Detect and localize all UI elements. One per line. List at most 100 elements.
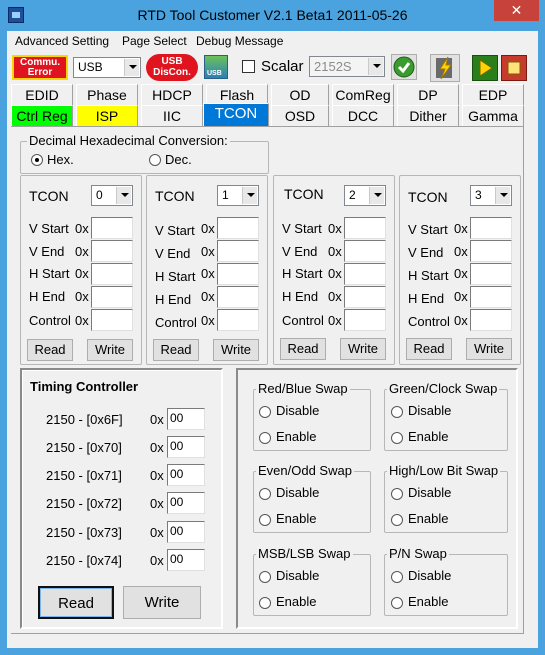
interface-value: USB [78,60,103,74]
tcon-index-select[interactable]: 0 [91,185,133,206]
tab-dcc[interactable]: DCC [332,105,394,126]
timing-value-input[interactable]: 00 [167,549,205,571]
tcon-write-button[interactable]: Write [466,338,512,360]
enable-radio[interactable] [259,597,271,609]
enable-radio[interactable] [391,514,403,526]
tab-od[interactable]: OD [271,84,329,105]
play-icon [479,59,493,77]
chevron-down-icon [495,187,510,204]
h-end-input[interactable] [91,286,133,308]
tcon-index-select[interactable]: 1 [217,185,259,206]
h-start-input[interactable] [91,263,133,285]
control-input[interactable] [470,309,512,331]
timing-value-input[interactable]: 00 [167,492,205,514]
enable-radio[interactable] [259,514,271,526]
control-input[interactable] [344,309,386,331]
usb-icon-label: USB [207,70,222,77]
h-start-input[interactable] [470,263,512,285]
menu-advanced-setting[interactable]: Advanced Setting [15,34,109,48]
disable-radio[interactable] [259,571,271,583]
commu-error-button[interactable]: Commu. Error [12,55,68,80]
tab-iic[interactable]: IIC [141,105,203,126]
h-end-input[interactable] [217,286,259,308]
stop-button[interactable] [501,55,527,81]
tab-isp[interactable]: ISP [76,105,138,126]
run-button[interactable] [472,55,498,81]
h-start-input[interactable] [344,263,386,285]
confirm-check-button[interactable] [391,54,417,80]
tab-phase[interactable]: Phase [76,84,138,105]
disable-radio[interactable] [259,488,271,500]
red-blue-swap-group: Red/Blue Swap Disable Enable [253,381,371,451]
disable-radio[interactable] [391,406,403,418]
enable-label: Enable [276,594,317,609]
v-end-input[interactable] [91,240,133,262]
interface-select[interactable]: USB [73,57,141,78]
hex-prefix: 0x [75,244,89,259]
enable-radio[interactable] [391,432,403,444]
disable-radio[interactable] [259,406,271,418]
scalar-checkbox[interactable] [242,60,255,73]
tcon-write-button[interactable]: Write [213,339,259,361]
timing-value-input[interactable]: 00 [167,436,205,458]
tcon-index-select[interactable]: 3 [470,185,512,206]
tab-osd[interactable]: OSD [271,105,329,126]
flash-tool-button[interactable] [430,54,460,82]
usb-device-icon[interactable]: USB [204,55,228,79]
scalar-select[interactable]: 2152S [309,56,385,77]
h-start-input[interactable] [217,263,259,285]
hex-prefix: 0x [75,266,89,281]
disable-radio[interactable] [391,488,403,500]
usb-disconnect-button[interactable]: USB DisCon. [146,54,198,81]
timing-write-button[interactable]: Write [123,586,201,619]
control-input[interactable] [217,309,259,331]
v-end-input[interactable] [217,240,259,262]
tab-dither[interactable]: Dither [397,105,459,126]
v-start-input[interactable] [217,217,259,239]
h-end-label: H End [282,289,319,304]
tab-gamma[interactable]: Gamma [462,105,524,126]
hex-prefix: 0x [150,412,164,427]
enable-label: Enable [408,594,449,609]
v-start-input[interactable] [470,217,512,239]
enable-radio[interactable] [259,432,271,444]
tcon-write-button[interactable]: Write [87,339,133,361]
hex-prefix: 0x [150,440,164,455]
hex-prefix: 0x [75,313,89,328]
menu-page-select[interactable]: Page Select [122,34,187,48]
dec-radio[interactable] [149,154,161,166]
v-end-input[interactable] [470,240,512,262]
tab-hdcp[interactable]: HDCP [141,84,203,105]
tab-edp[interactable]: EDP [462,84,524,105]
tab-flash[interactable]: Flash [206,84,268,105]
tab-ctrl-reg[interactable]: Ctrl Reg [11,105,73,126]
tab-page-bottom-border [11,633,524,634]
tcon-read-button[interactable]: Read [153,339,199,361]
tcon-read-button[interactable]: Read [280,338,326,360]
close-button[interactable]: ✕ [494,0,539,21]
disable-radio[interactable] [391,571,403,583]
tab-dp[interactable]: DP [397,84,459,105]
h-start-label: H Start [282,266,323,281]
timing-value-input[interactable]: 00 [167,521,205,543]
tcon-read-button[interactable]: Read [406,338,452,360]
h-end-input[interactable] [470,286,512,308]
tab-edid[interactable]: EDID [11,84,73,105]
timing-read-button[interactable]: Read [38,586,114,619]
tcon-read-button[interactable]: Read [27,339,73,361]
tab-comreg[interactable]: ComReg [332,84,394,105]
menu-debug-message[interactable]: Debug Message [196,34,283,48]
tcon-index-select[interactable]: 2 [344,185,386,206]
v-start-input[interactable] [344,217,386,239]
tab-tcon[interactable]: TCON [203,103,269,127]
timing-value-input[interactable]: 00 [167,464,205,486]
h-end-input[interactable] [344,286,386,308]
h-start-label: H Start [155,269,196,284]
enable-radio[interactable] [391,597,403,609]
v-end-input[interactable] [344,240,386,262]
v-start-input[interactable] [91,217,133,239]
hex-radio[interactable] [31,154,43,166]
control-input[interactable] [91,309,133,331]
timing-value-input[interactable]: 00 [167,408,205,430]
tcon-write-button[interactable]: Write [340,338,386,360]
